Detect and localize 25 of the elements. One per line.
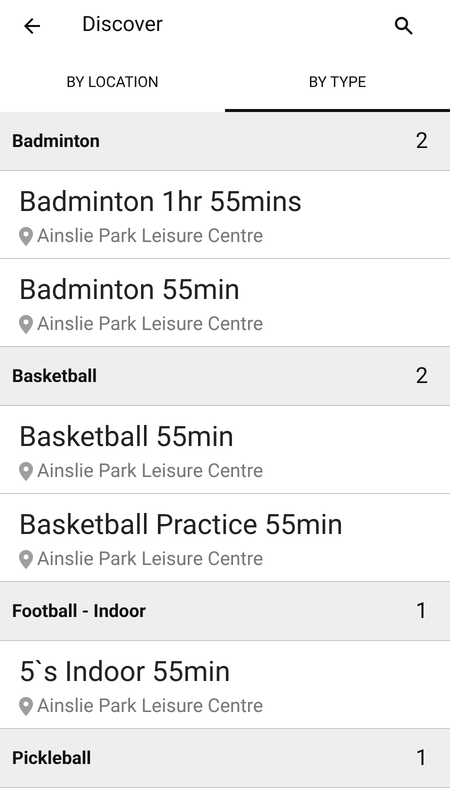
tab[interactable]: BY LOCATION xyxy=(0,52,225,112)
location-text: Ainslie Park Leisure Centre xyxy=(37,458,264,484)
activity-name: Badminton 1hr 55mins xyxy=(19,184,303,220)
count: 1 xyxy=(416,744,428,772)
location-pin-icon xyxy=(19,696,33,716)
location-text: Ainslie Park Leisure Centre xyxy=(37,311,264,337)
section-title: Badminton xyxy=(12,130,100,154)
location-pin-icon xyxy=(19,462,33,481)
section-title: Football - Indoor xyxy=(12,600,146,624)
count: 1 xyxy=(416,598,428,626)
activity-name: 5`s Indoor 55min xyxy=(19,654,232,690)
count: 2 xyxy=(416,128,428,156)
location-pin-icon xyxy=(19,314,33,334)
location-text: Ainslie Park Leisure Centre xyxy=(37,223,264,249)
location-text: Ainslie Park Leisure Centre xyxy=(37,546,264,572)
section-title: Pickleball xyxy=(12,746,92,770)
section-title: Basketball xyxy=(12,364,97,388)
count: 2 xyxy=(416,362,428,390)
activity-name: Basketball 55min xyxy=(19,419,235,455)
location-text: Ainslie Park Leisure Centre xyxy=(37,693,264,719)
screen-title: Discover xyxy=(82,12,164,40)
location-pin-icon xyxy=(19,550,33,569)
location-pin-icon xyxy=(19,226,33,246)
activity-name: Badminton 55min xyxy=(19,272,241,308)
activity-name: Basketball Practice 55min xyxy=(19,507,344,543)
